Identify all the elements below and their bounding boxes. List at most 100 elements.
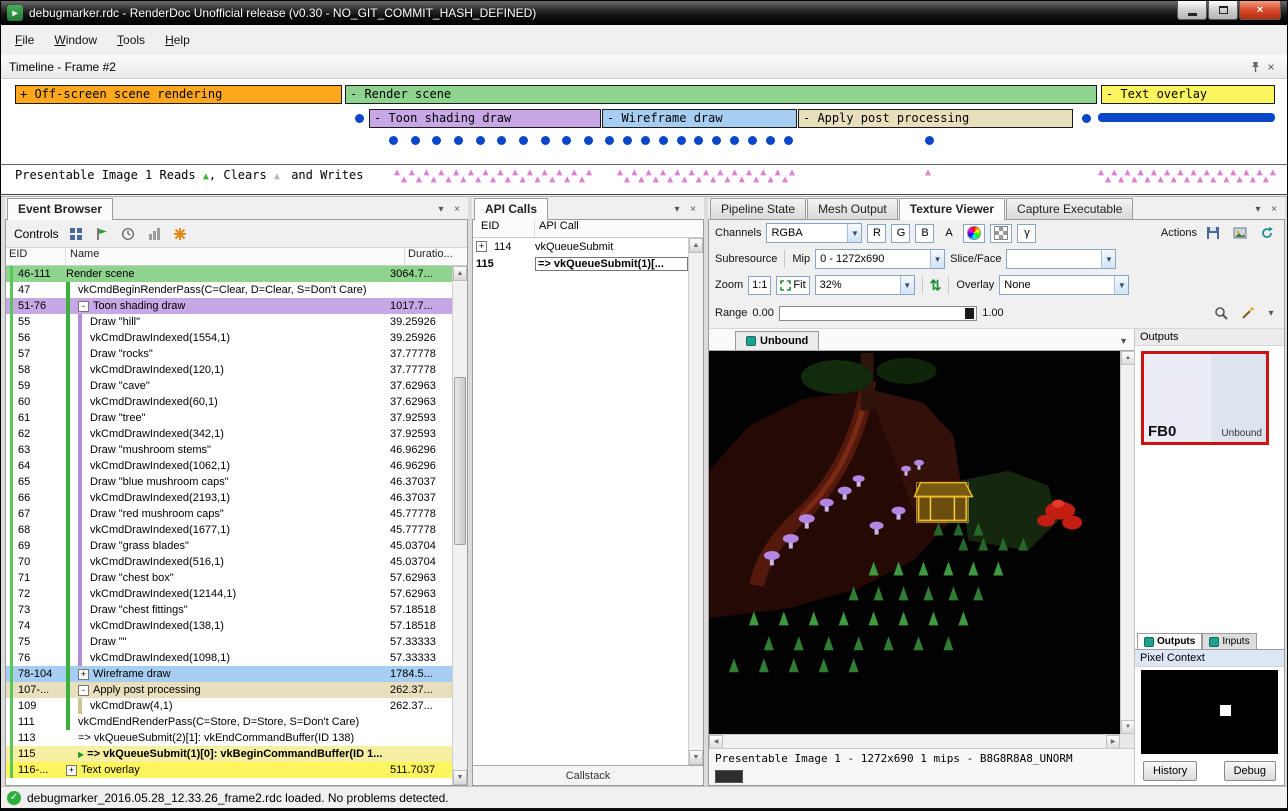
timeline-canvas[interactable]: + Off-screen scene rendering - Render sc… [1, 79, 1287, 165]
timeline-bar-render-scene[interactable]: - Render scene [345, 85, 1097, 104]
range-slider[interactable] [779, 306, 977, 321]
tree-expander-icon[interactable]: - [78, 685, 89, 696]
usage-marker[interactable]: ▲ [710, 175, 716, 185]
save-button[interactable] [1202, 224, 1224, 243]
usage-marker[interactable]: ▲ [1223, 175, 1229, 185]
event-row[interactable]: 51-76-Toon shading draw1017.7... [6, 298, 452, 314]
draw-marker-dot[interactable] [766, 136, 775, 145]
event-row[interactable]: 67Draw "red mushroom caps"45.77778 [6, 506, 452, 522]
usage-marker[interactable]: ▲ [1111, 168, 1117, 178]
range-min-value[interactable]: 0.00 [752, 307, 773, 319]
background-checker-button[interactable] [990, 224, 1012, 243]
usage-marker[interactable]: ▲ [556, 168, 562, 178]
export-image-button[interactable] [1229, 224, 1251, 243]
event-row[interactable]: 62vkCmdDrawIndexed(342,1)37.92593 [6, 426, 452, 442]
timeline-bar-offscreen[interactable]: + Off-screen scene rendering [15, 85, 342, 104]
usage-marker[interactable]: ▲ [1217, 168, 1223, 178]
mip-select[interactable]: 0 - 1272x690▼ [815, 249, 945, 269]
usage-marker[interactable]: ▲ [696, 175, 702, 185]
panel-menu-icon[interactable]: ▾ [1251, 204, 1265, 215]
usage-marker[interactable]: ▲ [1171, 175, 1177, 185]
slice-face-select[interactable]: ▼ [1006, 249, 1116, 269]
panel-menu-icon[interactable]: ▾ [670, 204, 684, 215]
zoom-select[interactable]: 32%▼ [815, 275, 915, 295]
panel-close-icon[interactable]: × [450, 204, 464, 215]
callstack-section[interactable]: Callstack [473, 765, 703, 785]
usage-marker[interactable]: ▲ [564, 175, 570, 185]
usage-marker[interactable]: ▲ [1230, 168, 1236, 178]
pin-icon[interactable] [1247, 59, 1263, 75]
close-button[interactable]: × [1239, 1, 1281, 20]
range-slider-handle[interactable] [965, 308, 974, 319]
scroll-down-icon[interactable]: ▼ [1121, 720, 1135, 734]
usage-marker[interactable]: ▲ [586, 168, 592, 178]
usage-marker[interactable]: ▲ [460, 175, 466, 185]
usage-marker[interactable]: ▲ [468, 168, 474, 178]
tab-event-browser[interactable]: Event Browser [7, 198, 113, 220]
event-row[interactable]: 65Draw "blue mushroom caps"46.37037 [6, 474, 452, 490]
timeline-bar-wireframe[interactable]: - Wireframe draw [602, 109, 797, 128]
scroll-up-icon[interactable]: ▲ [689, 238, 703, 253]
usage-marker[interactable]: ▲ [409, 168, 415, 178]
tab-capture-executable[interactable]: Capture Executable [1006, 198, 1133, 219]
tab-pipeline-state[interactable]: Pipeline State [710, 198, 806, 219]
usage-marker[interactable]: ▲ [1184, 175, 1190, 185]
timer-icon[interactable] [119, 225, 137, 243]
panel-menu-icon[interactable]: ▾ [434, 204, 448, 215]
zoom-range-button[interactable] [1210, 304, 1232, 323]
event-row[interactable]: 113=> vkQueueSubmit(2)[1]: vkEndCommandB… [6, 730, 452, 746]
overflow-chevron-icon[interactable]: ▾ [1264, 308, 1278, 319]
event-row[interactable]: 56vkCmdDrawIndexed(1554,1)39.25926 [6, 330, 452, 346]
draw-marker-dot[interactable] [541, 136, 550, 145]
flip-y-icon[interactable]: ⇅ [930, 278, 942, 292]
usage-marker[interactable]: ▲ [1197, 175, 1203, 185]
draw-marker-dot[interactable] [712, 136, 721, 145]
usage-marker[interactable]: ▲ [732, 168, 738, 178]
texture-tab-unbound[interactable]: Unbound [735, 331, 819, 350]
event-row[interactable]: 64vkCmdDrawIndexed(1062,1)46.96296 [6, 458, 452, 474]
event-row[interactable]: 46-111Render scene3064.7... [6, 266, 452, 282]
usage-marker[interactable]: ▲ [424, 168, 430, 178]
usage-marker[interactable]: ▲ [1118, 175, 1124, 185]
event-row[interactable]: 75Draw ""57.33333 [6, 634, 452, 650]
texture-scrollbar-vertical[interactable]: ▲ ▼ [1120, 351, 1134, 734]
channels-select[interactable]: RGBA▼ [766, 223, 862, 243]
refresh-button[interactable] [1256, 224, 1278, 243]
usage-marker[interactable]: ▲ [1204, 168, 1210, 178]
panel-close-icon[interactable]: × [686, 204, 700, 215]
draw-marker-dot[interactable] [1082, 114, 1091, 123]
draw-marker-dot[interactable] [784, 136, 793, 145]
usage-marker[interactable]: ▲ [497, 168, 503, 178]
event-row[interactable]: 58vkCmdDrawIndexed(120,1)37.77778 [6, 362, 452, 378]
event-row[interactable]: 69Draw "grass blades"45.03704 [6, 538, 452, 554]
tab-texture-viewer[interactable]: Texture Viewer [899, 198, 1005, 220]
scroll-up-icon[interactable]: ▲ [453, 266, 467, 281]
usage-marker[interactable]: ▲ [631, 168, 637, 178]
draw-marker-dot[interactable] [694, 136, 703, 145]
zoom-1to1-button[interactable]: 1:1 [748, 276, 771, 295]
tree-expander-icon[interactable]: + [476, 241, 487, 252]
usage-marker[interactable]: ▲ [703, 168, 709, 178]
draw-marker-dot[interactable] [411, 136, 420, 145]
usage-marker[interactable]: ▲ [416, 175, 422, 185]
minimize-button[interactable] [1177, 1, 1207, 20]
usage-marker[interactable]: ▲ [1158, 175, 1164, 185]
scroll-down-icon[interactable]: ▼ [689, 750, 703, 765]
usage-marker[interactable]: ▲ [739, 175, 745, 185]
usage-marker[interactable]: ▲ [660, 168, 666, 178]
red-channel-button[interactable]: R [867, 224, 886, 243]
menu-help[interactable]: Help [155, 29, 200, 51]
api-call-row[interactable]: +114vkQueueSubmit [473, 238, 688, 255]
stats-icon[interactable] [145, 225, 163, 243]
usage-marker[interactable]: ▲ [453, 168, 459, 178]
timeline-close-icon[interactable]: × [1263, 59, 1279, 75]
usage-marker[interactable]: ▲ [490, 175, 496, 185]
event-row[interactable]: 78-104+Wireframe draw1784.5... [6, 666, 452, 682]
tab-api-calls[interactable]: API Calls [474, 198, 548, 220]
usage-marker[interactable]: ▲ [1257, 168, 1263, 178]
usage-marker[interactable]: ▲ [483, 168, 489, 178]
usage-marker[interactable]: ▲ [1243, 168, 1249, 178]
column-eid[interactable]: EID [6, 248, 66, 265]
draw-marker-dot[interactable] [748, 136, 757, 145]
draw-marker-dot[interactable] [677, 136, 686, 145]
